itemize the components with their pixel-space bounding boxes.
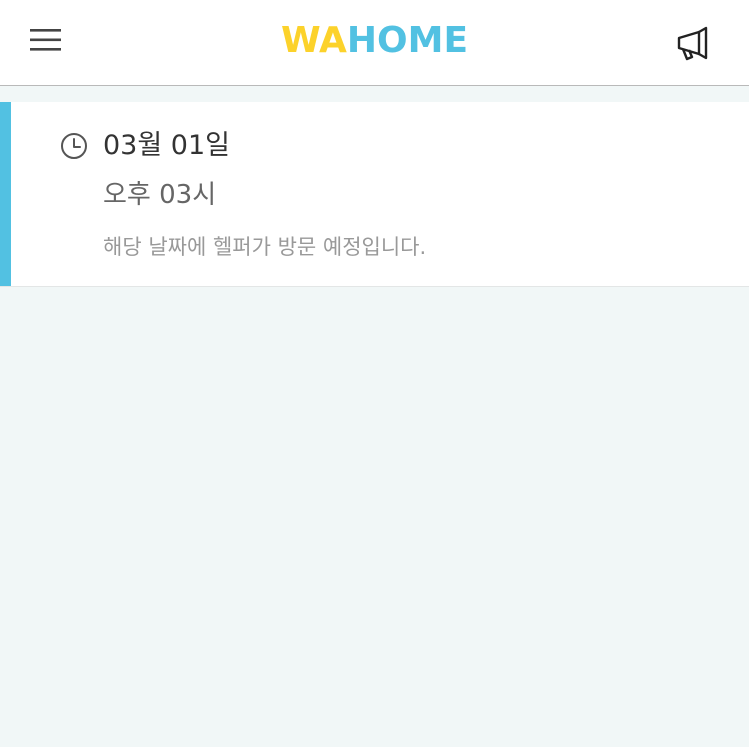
app-header: WAHOME bbox=[0, 0, 749, 86]
logo-home: HOME bbox=[346, 20, 469, 61]
megaphone-icon bbox=[677, 26, 708, 61]
visit-date: 03월 01일 bbox=[103, 130, 230, 161]
visit-message: 해당 날짜에 헬퍼가 방문 예정입니다. bbox=[103, 235, 427, 259]
logo-wa: WA bbox=[280, 20, 347, 61]
card-accent-bar bbox=[0, 102, 11, 286]
visit-time: 오후 03시 bbox=[103, 180, 217, 210]
app-logo[interactable]: WAHOME bbox=[0, 18, 749, 64]
visit-schedule-card[interactable]: 03월 01일 오후 03시 해당 날짜에 헬퍼가 방문 예정입니다. bbox=[0, 102, 749, 287]
clock-icon bbox=[61, 133, 87, 159]
notice-button[interactable] bbox=[672, 24, 716, 64]
